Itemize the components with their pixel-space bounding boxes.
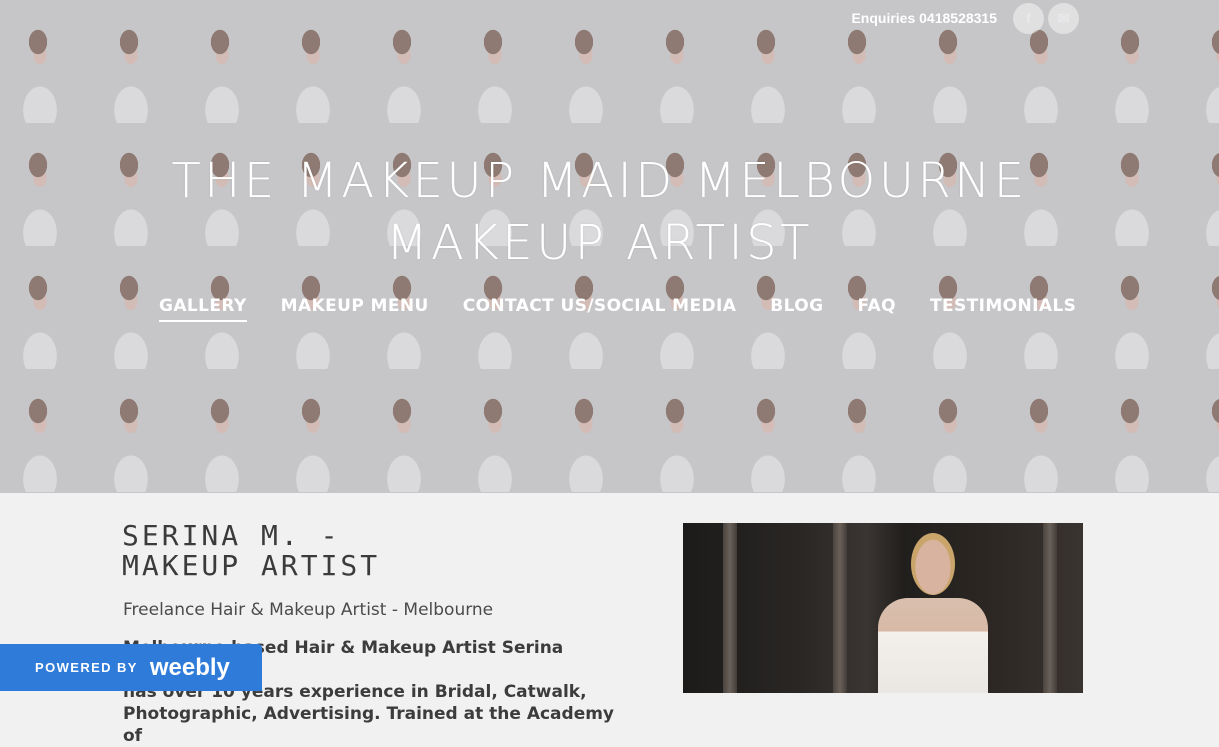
- nav-item-gallery[interactable]: GALLERY: [159, 296, 247, 322]
- photo-pillar: [833, 523, 847, 693]
- main-nav: GALLERY MAKEUP MENU CONTACT US/SOCIAL ME…: [159, 296, 1076, 326]
- photo-pillar: [1043, 523, 1057, 693]
- bride-photo: [683, 523, 1083, 693]
- intro-line-3: Photographic, Advertising. Trained at th…: [123, 704, 615, 746]
- email-icon[interactable]: ✉: [1048, 2, 1079, 34]
- page-subtitle: Freelance Hair & Makeup Artist - Melbour…: [123, 600, 494, 620]
- nav-item-blog[interactable]: BLOG: [770, 296, 823, 326]
- photo-bride-dress: [878, 598, 988, 693]
- nav-item-makeup-menu[interactable]: MAKEUP MENU: [281, 296, 429, 326]
- nav-item-faq[interactable]: FAQ: [857, 296, 895, 326]
- site-title-line-2: MAKEUP ARTIST: [386, 215, 813, 271]
- facebook-icon[interactable]: f: [1013, 2, 1044, 34]
- page-heading-line-1: SERINA M. -: [122, 519, 341, 552]
- weebly-logo: weebly: [149, 653, 230, 681]
- top-contact-bar: Enquiries 0418528315 f ✉: [851, 2, 1079, 34]
- site-title[interactable]: THE MAKEUP MAID MELBOURNE MAKEUP ARTIST: [0, 150, 1199, 274]
- header-banner: Enquiries 0418528315 f ✉ THE MAKEUP MAID…: [0, 0, 1219, 493]
- photo-pillar: [723, 523, 737, 693]
- nav-item-contact-us[interactable]: CONTACT US/SOCIAL MEDIA: [463, 296, 737, 326]
- page-heading: SERINA M. - MAKEUP ARTIST: [122, 521, 380, 581]
- photo-bride-head: [911, 533, 955, 595]
- powered-by-weebly-badge[interactable]: POWERED BY weebly: [0, 644, 262, 691]
- powered-by-label: POWERED BY: [35, 660, 138, 675]
- site-title-line-1: THE MAKEUP MAID MELBOURNE: [171, 153, 1028, 209]
- page-heading-line-2: MAKEUP ARTIST: [122, 549, 381, 582]
- enquiries-text: Enquiries 0418528315: [851, 10, 997, 26]
- nav-item-testimonials[interactable]: TESTIMONIALS: [930, 296, 1076, 326]
